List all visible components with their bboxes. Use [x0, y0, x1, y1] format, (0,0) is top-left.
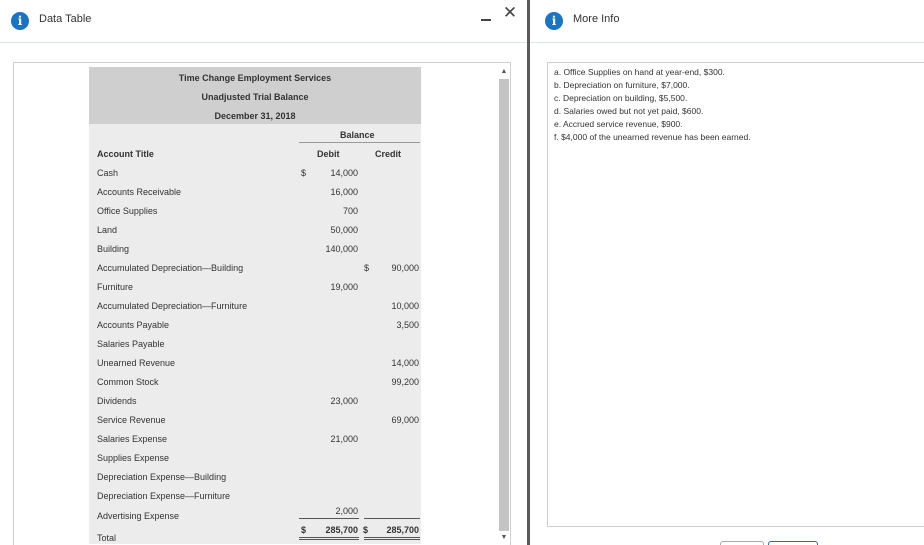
account-name: Accumulated Depreciation—Furniture — [97, 301, 248, 311]
debit-amount: 700 — [342, 206, 358, 216]
report-name: Unadjusted Trial Balance — [201, 92, 309, 102]
account-name: Depreciation Expense—Building — [97, 472, 227, 482]
total-credit: 285,700 — [386, 525, 419, 535]
account-name: Accounts Payable — [97, 320, 170, 330]
info-icon: i — [11, 12, 29, 30]
report-date: December 31, 2018 — [214, 111, 296, 121]
close-icon[interactable]: ✕ — [502, 4, 518, 22]
subtotal-rule — [299, 518, 359, 519]
info-item: c. Depreciation on building, $5,500. — [554, 93, 688, 103]
debit-amount: 16,000 — [330, 187, 358, 197]
account-name: Office Supplies — [97, 206, 158, 216]
scroll-up-icon[interactable]: ▲ — [498, 67, 510, 77]
account-name: Common Stock — [97, 377, 159, 387]
scroll-down-icon[interactable]: ▼ — [498, 533, 510, 543]
done-button[interactable] — [768, 541, 818, 545]
total-double-rule — [299, 537, 359, 538]
account-name: Service Revenue — [97, 415, 166, 425]
account-name: Advertising Expense — [97, 511, 180, 521]
info-item: e. Accrued service revenue, $900. — [554, 119, 683, 129]
debit-amount: 50,000 — [330, 225, 358, 235]
debit-amount: 14,000 — [330, 168, 358, 178]
more-info-panel: a. Office Supplies on hand at year-end, … — [547, 62, 924, 527]
info-icon: i — [545, 12, 563, 30]
balance-header: Balance — [340, 130, 375, 140]
total-double-rule — [364, 539, 420, 540]
credit-amount: 14,000 — [391, 358, 419, 368]
account-name: Land — [97, 225, 118, 235]
info-item: b. Depreciation on furniture, $7,000. — [554, 80, 690, 90]
scroll-thumb[interactable] — [499, 79, 509, 531]
total-debit: 285,700 — [325, 525, 358, 535]
credit-amount: 90,000 — [391, 263, 419, 273]
data-table-header: i Data Table ✕ — [0, 0, 527, 43]
account-name: Depreciation Expense—Furniture — [97, 491, 231, 501]
info-item: f. $4,000 of the unearned revenue has be… — [554, 132, 751, 142]
account-name: Accounts Receivable — [97, 187, 182, 197]
debit-amount: 140,000 — [325, 244, 358, 254]
col-account-title: Account Title — [97, 149, 154, 159]
account-name: Furniture — [97, 282, 134, 292]
debit-amount: 21,000 — [330, 434, 358, 444]
info-item: d. Salaries owed but not yet paid, $600. — [554, 106, 704, 116]
more-info-dialog: i More Info a. Office Supplies on hand a… — [530, 0, 924, 545]
col-credit: Credit — [375, 149, 402, 159]
dialog-title: More Info — [573, 13, 620, 25]
vertical-scrollbar[interactable]: ▲ ▼ — [498, 67, 510, 543]
account-name: Unearned Revenue — [97, 358, 176, 368]
account-name: Accumulated Depreciation—Building — [97, 263, 244, 273]
total-double-rule — [364, 537, 420, 538]
account-name: Cash — [97, 168, 119, 178]
minimize-icon[interactable] — [481, 11, 493, 25]
credit-amount: 3,500 — [396, 320, 419, 330]
account-name: Salaries Payable — [97, 339, 165, 349]
debit-amount: 23,000 — [330, 396, 358, 406]
data-table-dialog: i Data Table ✕ Time Change Employment Se… — [0, 0, 527, 545]
credit-amount: 10,000 — [391, 301, 419, 311]
company-name: Time Change Employment Services — [178, 73, 332, 83]
total-label: Total — [97, 533, 117, 543]
info-item: a. Office Supplies on hand at year-end, … — [554, 67, 725, 77]
total-double-rule — [299, 539, 359, 540]
account-name: Dividends — [97, 396, 137, 406]
trial-balance-panel: Time Change Employment Services Unadjust… — [13, 62, 511, 545]
account-name: Building — [97, 244, 130, 254]
account-name: Salaries Expense — [97, 434, 168, 444]
debit-amount: 2,000 — [335, 506, 358, 516]
credit-amount: 69,000 — [391, 415, 419, 425]
dialog-title: Data Table — [39, 13, 92, 25]
print-button[interactable] — [720, 541, 764, 545]
more-info-header: i More Info — [530, 0, 924, 43]
credit-amount: 99,200 — [391, 377, 419, 387]
subtotal-rule — [364, 518, 420, 519]
account-name: Supplies Expense — [97, 453, 170, 463]
col-debit: Debit — [317, 149, 340, 159]
debit-amount: 19,000 — [330, 282, 358, 292]
balance-rule — [299, 142, 420, 143]
